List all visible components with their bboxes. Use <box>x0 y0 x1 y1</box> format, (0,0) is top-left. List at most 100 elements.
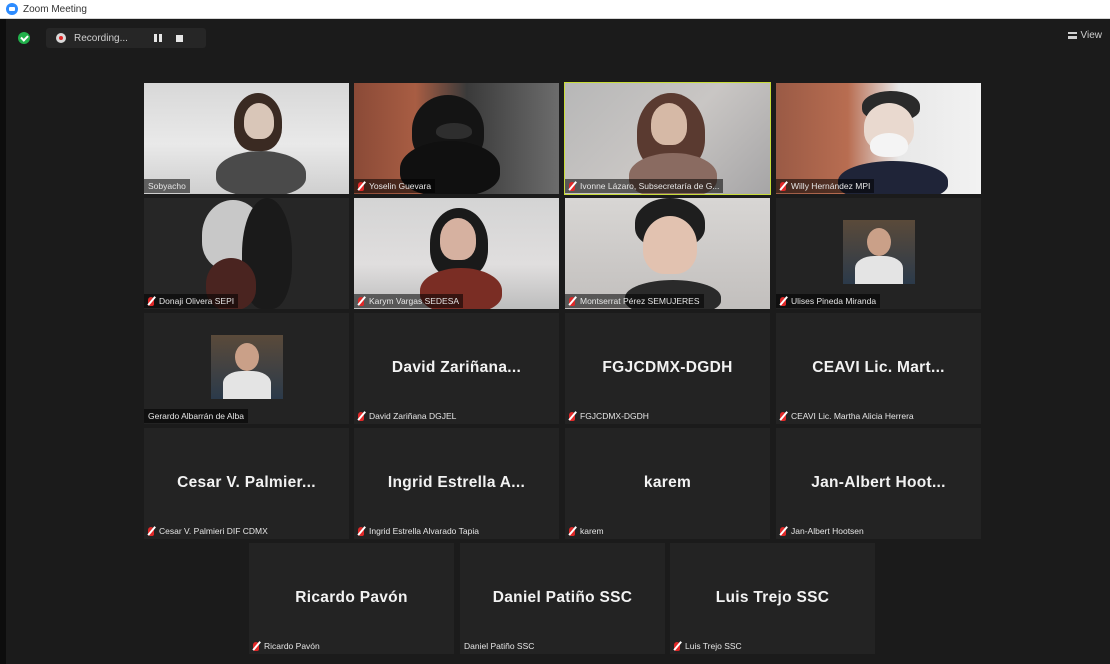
participant-video <box>144 83 349 194</box>
participant-tile[interactable]: Cesar V. Palmier... Cesar V. Palmieri DIF… <box>144 428 349 539</box>
participant-name-large: Ingrid Estrella A... <box>387 474 526 491</box>
participant-name-tag: Willy Hernández MPI <box>776 179 875 193</box>
participant-video <box>144 198 349 309</box>
participant-name-tag: karem <box>565 524 608 538</box>
video-figure <box>436 123 472 139</box>
participant-name: Karym Vargas SEDESA <box>369 296 460 306</box>
participant-name-large: Cesar V. Palmier... <box>177 474 316 491</box>
participant-name: Montserrat Pérez SEMUJERES <box>580 296 700 306</box>
stop-recording-icon[interactable] <box>176 34 183 42</box>
participant-tile[interactable]: Ivonne Lázaro, Subsecretaría de G... <box>564 82 771 195</box>
mic-muted-icon <box>569 296 575 306</box>
participant-tile[interactable]: Gerardo Albarrán de Alba <box>144 313 349 424</box>
participant-name: Willy Hernández MPI <box>791 181 871 191</box>
participant-name: karem <box>580 526 604 536</box>
participant-name-tag: David Zariñana DGJEL <box>354 409 460 423</box>
participant-name-large: David Zariñana... <box>391 359 522 376</box>
participant-tile[interactable]: Montserrat Pérez SEMUJERES <box>565 198 770 309</box>
participant-tile[interactable]: Ricardo Pavón Ricardo Pavón <box>249 543 454 654</box>
participant-name: Cesar V. Palmieri DIF CDMX <box>159 526 268 536</box>
participant-name-tag: Ulises Pineda Miranda <box>776 294 881 308</box>
participant-video <box>354 198 559 309</box>
participant-name-tag: Luis Trejo SSC <box>670 639 746 653</box>
participant-tile[interactable]: Ingrid Estrella A... Ingrid Estrella Alva… <box>354 428 559 539</box>
pause-recording-icon[interactable] <box>154 34 162 42</box>
avatar-face <box>867 228 891 256</box>
participant-tile[interactable]: Jan-Albert Hoot... Jan-Albert Hootsen <box>776 428 981 539</box>
participant-name-tag: FGJCDMX-DGDH <box>565 409 653 423</box>
participant-tile[interactable]: Daniel Patiño SSC Daniel Patiño SSC <box>460 543 665 654</box>
participant-name-tag: CEAVI Lic. Martha Alicia Herrera <box>776 409 918 423</box>
mic-muted-icon <box>253 641 259 651</box>
participant-name-tag: Donaji Olivera SEPI <box>144 294 239 308</box>
participant-name: CEAVI Lic. Martha Alicia Herrera <box>791 411 914 421</box>
participant-name: Ulises Pineda Miranda <box>791 296 877 306</box>
participant-name-large: Ricardo Pavón <box>295 589 408 606</box>
mic-muted-icon <box>358 181 364 191</box>
participant-name-tag: Ingrid Estrella Alvarado Tapia <box>354 524 483 538</box>
participant-name-tag: Ivonne Lázaro, Subsecretaría de G... <box>565 179 724 193</box>
meeting-topbar: Recording... View <box>6 22 1110 52</box>
participant-name: Ricardo Pavón <box>264 641 320 651</box>
participant-tile[interactable]: Ulises Pineda Miranda <box>776 198 981 309</box>
recording-indicator: Recording... <box>46 28 206 48</box>
mic-muted-icon <box>780 296 786 306</box>
participant-name-large: Luis Trejo SSC <box>715 589 830 606</box>
zoom-app-icon <box>6 3 18 15</box>
participant-tile[interactable]: Luis Trejo SSC Luis Trejo SSC <box>670 543 875 654</box>
participant-name-tag: Cesar V. Palmieri DIF CDMX <box>144 524 272 538</box>
participant-name: Yoselin Guevara <box>369 181 432 191</box>
participant-tile[interactable]: Karym Vargas SEDESA <box>354 198 559 309</box>
participant-name-tag: Gerardo Albarrán de Alba <box>144 409 248 423</box>
participant-name: Gerardo Albarrán de Alba <box>148 411 244 421</box>
participant-name: David Zariñana DGJEL <box>369 411 457 421</box>
mic-muted-icon <box>358 296 364 306</box>
participant-name: Ivonne Lázaro, Subsecretaría de G... <box>580 181 720 191</box>
participant-name-large: CEAVI Lic. Mart... <box>812 359 945 376</box>
mic-muted-icon <box>674 641 680 651</box>
mic-muted-icon <box>780 411 786 421</box>
mic-muted-icon <box>780 526 786 536</box>
window-title: Zoom Meeting <box>23 3 87 15</box>
window-titlebar: Zoom Meeting <box>0 0 1110 19</box>
mic-muted-icon <box>148 296 154 306</box>
participant-name-tag: Yoselin Guevara <box>354 179 436 193</box>
participant-name-large: Jan-Albert Hoot... <box>811 474 946 491</box>
video-figure <box>651 103 687 145</box>
participant-name-tag: Montserrat Pérez SEMUJERES <box>565 294 704 308</box>
encryption-shield-icon[interactable] <box>18 32 30 44</box>
mic-muted-icon <box>569 181 575 191</box>
participant-tile[interactable]: CEAVI Lic. Mart... CEAVI Lic. Martha Alic… <box>776 313 981 424</box>
participant-tile[interactable]: David Zariñana... David Zariñana DGJEL <box>354 313 559 424</box>
avatar-face <box>235 343 259 371</box>
participant-name: Ingrid Estrella Alvarado Tapia <box>369 526 479 536</box>
avatar <box>211 335 283 399</box>
video-figure <box>244 103 274 139</box>
participant-video <box>354 83 559 194</box>
participant-name: Luis Trejo SSC <box>685 641 742 651</box>
grid-view-icon <box>1067 32 1077 39</box>
mic-muted-icon <box>358 526 364 536</box>
avatar-body <box>223 371 271 399</box>
view-button[interactable]: View <box>1067 30 1103 41</box>
mic-muted-icon <box>569 526 575 536</box>
participant-name-tag: Sobyacho <box>144 179 190 193</box>
participant-tile[interactable]: Yoselin Guevara <box>354 83 559 194</box>
mic-muted-icon <box>780 181 786 191</box>
participant-tile[interactable]: karem karem <box>565 428 770 539</box>
participant-tile[interactable]: FGJCDMX-DGDH FGJCDMX-DGDH <box>565 313 770 424</box>
video-figure <box>643 216 697 274</box>
recording-icon <box>56 33 66 43</box>
video-figure <box>870 133 908 157</box>
participant-tile[interactable]: Willy Hernández MPI <box>776 83 981 194</box>
participant-name: FGJCDMX-DGDH <box>580 411 649 421</box>
participant-name: Donaji Olivera SEPI <box>159 296 235 306</box>
participant-tile[interactable]: Donaji Olivera SEPI <box>144 198 349 309</box>
participant-video <box>565 83 770 194</box>
mic-muted-icon <box>148 526 154 536</box>
participant-name-large: Daniel Patiño SSC <box>492 589 633 606</box>
participant-tile[interactable]: Sobyacho <box>144 83 349 194</box>
participant-name-tag: Daniel Patiño SSC <box>460 639 538 653</box>
view-label: View <box>1080 30 1103 41</box>
participant-name-large: FGJCDMX-DGDH <box>602 359 733 376</box>
